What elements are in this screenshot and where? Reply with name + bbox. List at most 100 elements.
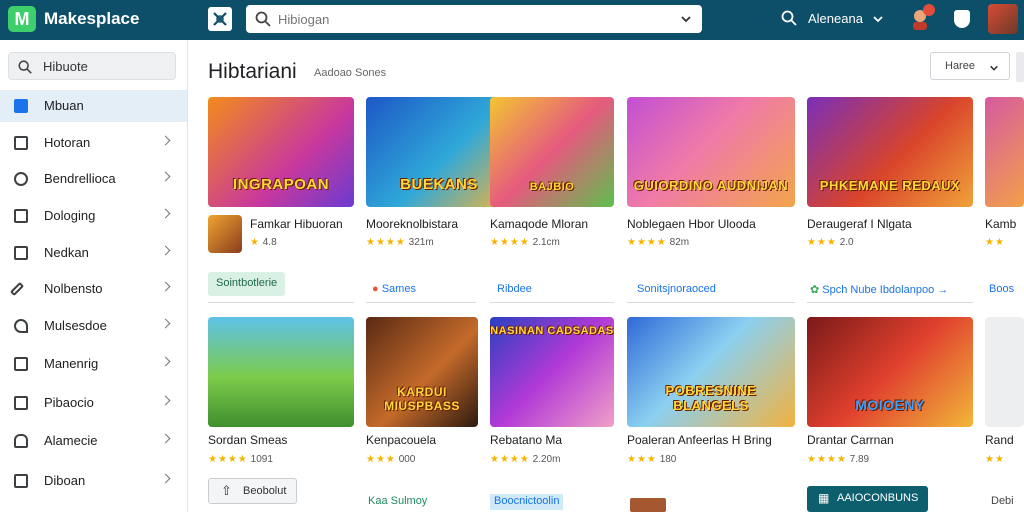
game-card[interactable]: INGRAPOAN Famkar Hibuoran ★ 4.8 [208,97,354,257]
sidebar-item-label: Alamecie [44,433,98,448]
chip-label: Kaa Sulmoy [368,495,428,507]
chip-label: Debi [991,495,1014,507]
category-chip[interactable]: Sointbotlerie [208,272,286,296]
sidebar-item-5[interactable]: Nolbensto [0,273,187,305]
sidebar-item-8[interactable]: Pibaocio [0,387,187,419]
game-name: Kamb [985,217,1017,231]
game-name: Mooreknolbistara [366,217,459,231]
category-chip[interactable]: Boocnictoolin [490,494,564,510]
game-rating: ★★★★ 7.89 [807,454,870,465]
game-rating: ★★★★ 321m [366,237,434,248]
sidebar-item-2[interactable]: Bendrellioca [0,163,187,195]
avatar[interactable] [988,4,1018,34]
chip-label: Ribdee [497,283,532,295]
puzzle-icon [14,246,28,260]
sidebar-item-4[interactable]: Nedkan [0,237,187,269]
page-subtitle: Aadoao Sones [314,67,387,79]
tools-icon [213,12,227,26]
game-card[interactable]: PHKEMANE REDAUX Deraugeraf I Nlgata ★★★ … [807,97,973,257]
game-card[interactable]: NASINAN CADSADAS Rebatano Ma ★★★★ 2.20m [490,317,636,467]
thumbnail-icon [630,498,666,512]
home-icon [14,99,28,113]
category-chip[interactable]: Ribdee [497,278,532,302]
game-card[interactable]: POBRESNINE BLANGELS Poaleran Anfeerlas H… [627,317,795,467]
game-rating: ★ 4.8 [250,237,277,248]
shield-icon[interactable] [954,10,970,28]
game-thumbnail: POBRESNINE BLANGELS [627,317,795,427]
chevron-down-icon[interactable] [872,13,884,25]
game-thumbnail [208,317,354,427]
app-name[interactable]: Makesplace [44,9,139,29]
sidebar-item-label: Hotoran [44,135,91,150]
sidebar-item-6[interactable]: Mulsesdoe [0,310,187,342]
thumbnail-title: KARDUI MIUSPBASS [384,385,460,413]
game-card[interactable]: Rand ★★ [985,317,1024,467]
account-menu[interactable]: Aleneana [808,11,863,26]
game-rating: ★★★ 000 [366,454,416,465]
chevron-right-icon [160,318,171,329]
chevron-right-icon [160,473,171,484]
game-thumbnail: INGRAPOAN [208,97,354,207]
game-rating: ★★★★ 2.20m [490,454,561,465]
photo-icon [14,209,28,223]
thumbnail-title: POBRESNINE BLANGELS [665,383,757,413]
divider [208,302,354,303]
apps-grid-button[interactable] [208,7,232,31]
search-input[interactable] [278,9,658,29]
tag-icon [14,396,28,410]
search-bar[interactable] [246,5,702,33]
star-icon: ★★★★ [208,454,248,465]
game-card[interactable]: Kamb ★★ [985,97,1024,257]
sort-select[interactable]: Haree [930,52,1010,80]
star-icon: ★★★★ [490,237,530,248]
sidebar-item-10[interactable]: Diboan [0,465,187,497]
game-card[interactable]: BAJBIO Kamaqode Mloran ★★★★ 2.1cm [490,97,636,257]
bell-icon [14,434,28,448]
category-chip[interactable]: Debi [991,490,1014,514]
notifications-button[interactable] [908,4,935,32]
install-button[interactable]: ▦ AAIOCONBUNS [807,486,929,512]
download-button[interactable]: ⇧ Beobolut [208,478,298,504]
search-icon[interactable] [780,9,798,27]
sidebar-item-9[interactable]: Alamecie [0,425,187,457]
sidebar-item-label: Dologing [44,208,96,223]
game-card[interactable]: GUIORDINO AUDNIJAN Noblegaen Hbor Ulooda… [627,97,795,257]
arrow-right-icon: → [937,284,949,296]
category-chip[interactable]: Boos [989,278,1014,302]
games-icon: ● [372,283,379,295]
divider [807,302,973,303]
game-name: Poaleran Anfeerlas H Bring [627,433,772,447]
game-name: Famkar Hibuoran [250,217,343,231]
logo-icon[interactable]: M [8,6,36,32]
game-name: Rand [985,433,1014,447]
chevron-down-icon [990,65,998,71]
star-icon: ★★★★ [366,237,406,248]
sidebar-item-label: Pibaocio [44,395,94,410]
divider [627,302,795,303]
game-thumbnail: KARDUI MIUSPBASS [366,317,478,427]
category-chip[interactable]: Kaa Sulmoy [368,490,427,514]
game-thumbnail: GUIORDINO AUDNIJAN [627,97,795,207]
sidebar-item-7[interactable]: Manenrig [0,348,187,380]
star-icon: ★★ [985,237,1005,248]
star-icon: ★★★ [366,454,396,465]
category-chip[interactable]: Sonitsjnoraoced [637,278,716,302]
game-card[interactable]: Sordan Smeas ★★★★ 1091 [208,317,354,467]
game-card[interactable]: MOIOENY Drantar Carrnan ★★★★ 7.89 [807,317,973,467]
sidebar-item-home[interactable]: Mbuan [0,90,187,122]
sidebar-item-label: Bendrellioca [44,171,116,186]
button-label: AAIOCONBUNS [837,492,919,504]
thumbnail-title: INGRAPOAN [232,176,330,193]
sidebar-search[interactable]: Hibuote [8,52,176,80]
chevron-down-icon[interactable] [680,13,692,25]
sidebar-item-label: Mbuan [44,98,84,113]
thumbnail-title: PHKEMANE REDAUX [819,178,961,193]
chip-label: Boos [989,283,1015,295]
game-rating: ★★★ 180 [627,454,677,465]
chip-label: Sointbotlerie [216,277,278,289]
sidebar-item-1[interactable]: Hotoran [0,127,187,159]
scrollbar[interactable] [1016,52,1024,82]
sidebar-item-3[interactable]: Dologing [0,200,187,232]
category-chip[interactable]: ✿ Spch Nube Ibdolanpoo → [810,278,948,302]
category-chip[interactable]: ● Sames [372,278,416,302]
